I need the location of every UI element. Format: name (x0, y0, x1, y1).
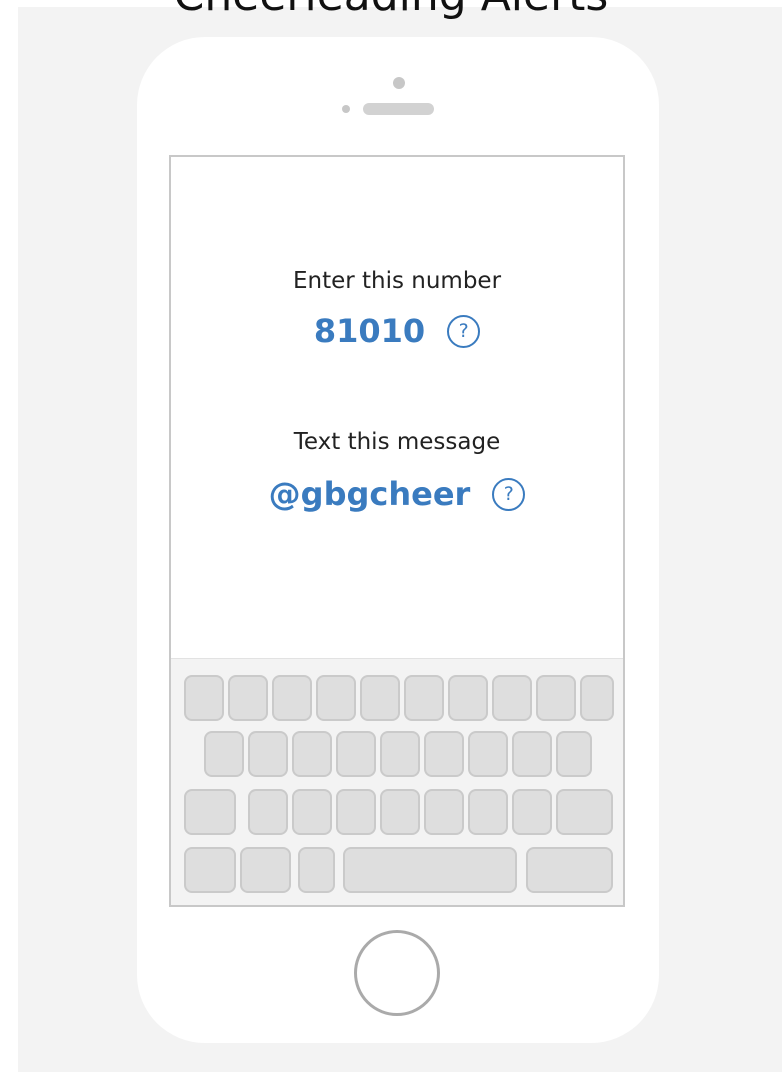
mic-key (298, 847, 335, 893)
keyboard-key (468, 731, 508, 777)
globe-key (240, 847, 291, 893)
keyword-message: @gbgcheer (268, 475, 471, 513)
keyboard-key (316, 675, 356, 721)
keyboard-key (248, 731, 288, 777)
front-camera-dot (393, 77, 405, 89)
keyboard-key (336, 731, 376, 777)
home-button (354, 930, 440, 1016)
question-circle-icon[interactable]: ? (492, 477, 526, 511)
number-row: 81010 ? (171, 312, 623, 350)
keyboard-key (228, 675, 268, 721)
keyboard-key (204, 731, 244, 777)
keyboard-key (404, 675, 444, 721)
message-row: @gbgcheer ? (171, 475, 623, 513)
shift-key (184, 789, 236, 835)
backspace-key (556, 789, 613, 835)
keyboard-key (292, 789, 332, 835)
keyboard-key (248, 789, 288, 835)
return-key (526, 847, 613, 893)
numbers-key (184, 847, 236, 893)
keyboard-key (468, 789, 508, 835)
keyboard-key (512, 731, 552, 777)
keyboard-key (336, 789, 376, 835)
keyboard (171, 658, 623, 905)
keyboard-key (492, 675, 532, 721)
keyboard-key (292, 731, 332, 777)
keyboard-key (272, 675, 312, 721)
keyboard-key (424, 731, 464, 777)
keyboard-key (580, 675, 614, 721)
keyboard-key (380, 789, 420, 835)
page: Cheerleading Alerts Enter this number 81… (0, 0, 782, 1072)
question-circle-icon[interactable]: ? (447, 314, 481, 348)
space-bar (343, 847, 517, 893)
phone-screen: Enter this number 81010 ? Text this mess… (169, 155, 625, 907)
keyboard-key (512, 789, 552, 835)
short-code-number: 81010 (313, 312, 426, 350)
speaker-grille (363, 103, 434, 115)
keyboard-key (556, 731, 592, 777)
sensor-dot (342, 105, 350, 113)
page-title: Cheerleading Alerts (0, 0, 782, 21)
keyboard-key (360, 675, 400, 721)
keyboard-key (536, 675, 576, 721)
message-label: Text this message (293, 429, 501, 455)
number-label: Enter this number (292, 268, 502, 294)
keyboard-key (424, 789, 464, 835)
keyboard-key (380, 731, 420, 777)
keyboard-key (448, 675, 488, 721)
keyboard-key (184, 675, 224, 721)
